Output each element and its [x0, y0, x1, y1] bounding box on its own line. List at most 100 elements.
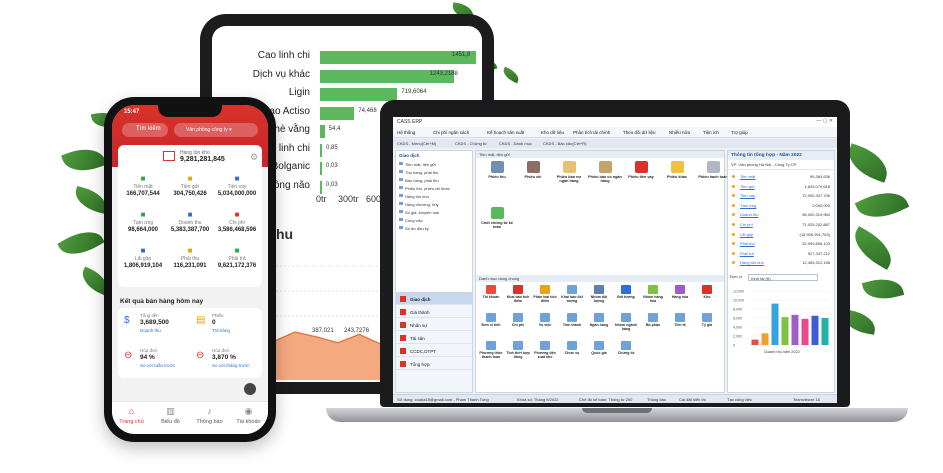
status-display[interactable]: Cài đặt hiển thị [679, 397, 706, 402]
gear-icon[interactable]: ⚙ [250, 152, 258, 163]
category-shortcut[interactable]: Nhóm hàng hóa [641, 285, 665, 303]
tree-item[interactable]: Số dư đầu kỳ [396, 224, 472, 232]
summary-row[interactable]: Chi phí 71,025,202,867 [728, 221, 834, 228]
voucher-shortcut[interactable]: Phiếu báo nợ ngân hàng [552, 161, 586, 184]
category-shortcut[interactable]: Tỷ giá [695, 313, 719, 327]
summary-row[interactable]: Tiền gửi 1,825,079,618 [728, 183, 834, 190]
category-shortcut[interactable]: Chứng từ [614, 341, 638, 355]
category-shortcut[interactable]: Tài khoản [479, 285, 503, 299]
category-shortcut[interactable]: Ngân hàng [587, 313, 611, 327]
laptop-notch [582, 408, 652, 413]
unit-select[interactable]: Kinh tài (tr) [748, 274, 818, 281]
chat-icon[interactable] [244, 383, 256, 395]
tab-bell[interactable]: ♪ Thông báo [190, 406, 229, 425]
window-controls[interactable]: — ▢ ✕ [816, 118, 833, 124]
nav-hr[interactable]: Nhân sự [396, 319, 472, 331]
tab-user[interactable]: ◉ Tài khoản [229, 406, 268, 425]
tab-menu[interactable]: CKDS - Menu(Ctrl+M) [397, 141, 436, 146]
nav-transactions[interactable]: Giao dịch [396, 293, 472, 305]
metric-loan[interactable]: ■ Tiền vay 5,034,000,000 [214, 175, 260, 198]
voucher-shortcut[interactable]: Phiếu khác [660, 161, 694, 179]
office-selector[interactable]: VP: Văn phòng Hà Nội - Công Ty CP [728, 160, 834, 170]
category-shortcut[interactable]: Nhóm đối tượng [587, 285, 611, 303]
company-selector[interactable]: Văn phòng công ty ▾ [174, 123, 258, 137]
menu-item[interactable]: Chi phí ngân sách [433, 130, 469, 135]
summary-row[interactable]: Doanh thu 56,000,319,984 [728, 211, 834, 218]
search-button[interactable]: Tìm kiếm [122, 123, 168, 137]
category-shortcut[interactable]: Chức vụ [560, 341, 584, 355]
summary-row[interactable]: Tạm ứng 2,000,000 [728, 202, 834, 209]
category-shortcut[interactable]: Phương tiện xuất kho [533, 341, 557, 359]
tab-categories[interactable]: CKDS - Danh mục [499, 141, 532, 146]
category-shortcut[interactable]: Nhóm ngành hàng [614, 313, 638, 331]
sales-item[interactable]: ▤ Phiếu 0 Trả hàng [192, 310, 262, 342]
nav-summary[interactable]: Tổng hợp [396, 358, 472, 370]
category-shortcut[interactable]: Đơn vị tính [479, 313, 503, 327]
menu-item[interactable]: Tiện ích [703, 130, 719, 135]
voucher-shortcut[interactable]: Phiếu thu [480, 161, 514, 179]
menu-item[interactable]: Phân tích tài chính [573, 130, 610, 135]
tab-chart[interactable]: ▥ Biểu đồ [151, 406, 190, 425]
menu-item[interactable]: Kế hoạch sản xuất [487, 130, 524, 135]
voucher-shortcut[interactable]: Phiếu báo có ngân hàng [588, 161, 622, 184]
sales-item[interactable]: ⊖ Hóa đơn 3,870 % So với tháng trước [192, 345, 262, 377]
summary-row[interactable]: Lãi gộp (15,905,991,763) [728, 231, 834, 238]
tree-item[interactable]: Công việc [396, 216, 472, 224]
metric-revenue[interactable]: ■ Doanh thu 5,383,387,700 [167, 211, 213, 234]
menu-item[interactable]: Trợ giúp [731, 130, 748, 135]
nav-assets[interactable]: Tài sản [396, 332, 472, 344]
category-shortcut[interactable]: Tiền tệ [668, 313, 692, 327]
metric-payable[interactable]: ■ Phải trả 9,621,172,376 [214, 247, 260, 270]
tree-item[interactable]: Bán hàng, phải thu [396, 176, 472, 184]
category-shortcut[interactable]: Hàng hóa [668, 285, 692, 299]
category-shortcut[interactable]: Quốc gia [587, 341, 611, 355]
category-shortcut[interactable]: Chi phí [506, 313, 530, 327]
nav-costing[interactable]: Giá thành [396, 306, 472, 318]
status-task[interactable]: Tạo công việc [727, 397, 752, 402]
voucher-shortcut[interactable]: Phiếu chi [516, 161, 550, 179]
menu-item[interactable]: Hệ thống [397, 130, 415, 135]
summary-row[interactable]: Phải trả 927,337,212 [728, 250, 834, 257]
metric-expense[interactable]: ■ Chi phí 3,586,468,596 [214, 211, 260, 234]
tree-item[interactable]: Hàng nhượng, hủy [396, 200, 472, 208]
tablet-chart-title: hu [276, 226, 294, 242]
category-shortcut[interactable]: Tỉnh thành [560, 313, 584, 327]
category-shortcut[interactable]: Bộ phận [641, 313, 665, 327]
voucher-shortcut[interactable]: Phiếu tiền vay [624, 161, 658, 179]
category-shortcut[interactable]: Phương thức thanh toán [479, 341, 503, 359]
menu-item[interactable]: Nhiều nữa [669, 130, 690, 135]
voucher-shortcut[interactable]: Phiếu hạch toán [696, 161, 730, 179]
tab-vouchers[interactable]: CKDS - Chứng từ [455, 141, 487, 146]
summary-row[interactable]: Phải thu 32,099,806,103 [728, 240, 834, 247]
tree-item[interactable]: Thu hàng, phải thu [396, 168, 472, 176]
tab-home[interactable]: ⌂ Trang chủ [112, 406, 151, 425]
nav-tools[interactable]: CCDC,DTPT [396, 345, 472, 357]
category-shortcut[interactable]: Kho [695, 285, 719, 299]
metric-profit[interactable]: ■ Lãi gộp 1,806,919,104 [120, 247, 166, 270]
menu-item[interactable]: Theo dõi dữ liệu [623, 130, 656, 135]
summary-row[interactable]: Hàng tồn kho 12,465,312,158 [728, 259, 834, 266]
tree-item[interactable]: Tiền mặt, tiền gửi [396, 160, 472, 168]
menu-item[interactable]: Kho dữ liệu [541, 130, 564, 135]
metric-cash[interactable]: ■ Tiền mặt 166,707,544 [120, 175, 166, 198]
voucher-shortcut[interactable]: Chốt chứng từ kế toán [480, 207, 514, 230]
summary-row[interactable]: Tiền vay 72,000,307,706 [728, 192, 834, 199]
tree-item[interactable]: Phiếu thu, phiếu chi khác [396, 184, 472, 192]
category-shortcut[interactable]: Đối tượng [614, 285, 638, 299]
tree-item[interactable]: Hàng tồn kho [396, 192, 472, 200]
metric-receivable[interactable]: ■ Phải thu 116,231,091 [167, 247, 213, 270]
category-shortcut[interactable]: Vụ việc [533, 313, 557, 327]
category-shortcut[interactable]: Phân loại tích điểm [533, 285, 557, 303]
metric-advance[interactable]: ■ Tạm ứng 98,664,000 [120, 211, 166, 234]
sales-item[interactable]: ⊖ Hóa đơn 94 % So với tuần trước [120, 345, 190, 377]
tab-reports[interactable]: CKDS - Báo cáo(Ctrl+R) [543, 141, 586, 146]
category-shortcut[interactable]: Khai báo tích điểm [506, 285, 530, 303]
category-shortcut[interactable]: Khai báo đối tượng [560, 285, 584, 303]
category-shortcut[interactable]: Tình thời hợp đồng [506, 341, 530, 359]
summary-row[interactable]: Tiền mặt 95,384,636 [728, 173, 834, 180]
status-notify[interactable]: Thông báo [647, 397, 666, 402]
status-teamviewer[interactable]: Teamviewer 15 [793, 397, 820, 402]
tree-item[interactable]: Số giá, khuyến mại [396, 208, 472, 216]
sales-item[interactable]: $ Tổng tiền 3,689,500 Doanh thu [120, 310, 190, 342]
metric-bank[interactable]: ■ Tiền gửi 304,750,426 [167, 175, 213, 198]
